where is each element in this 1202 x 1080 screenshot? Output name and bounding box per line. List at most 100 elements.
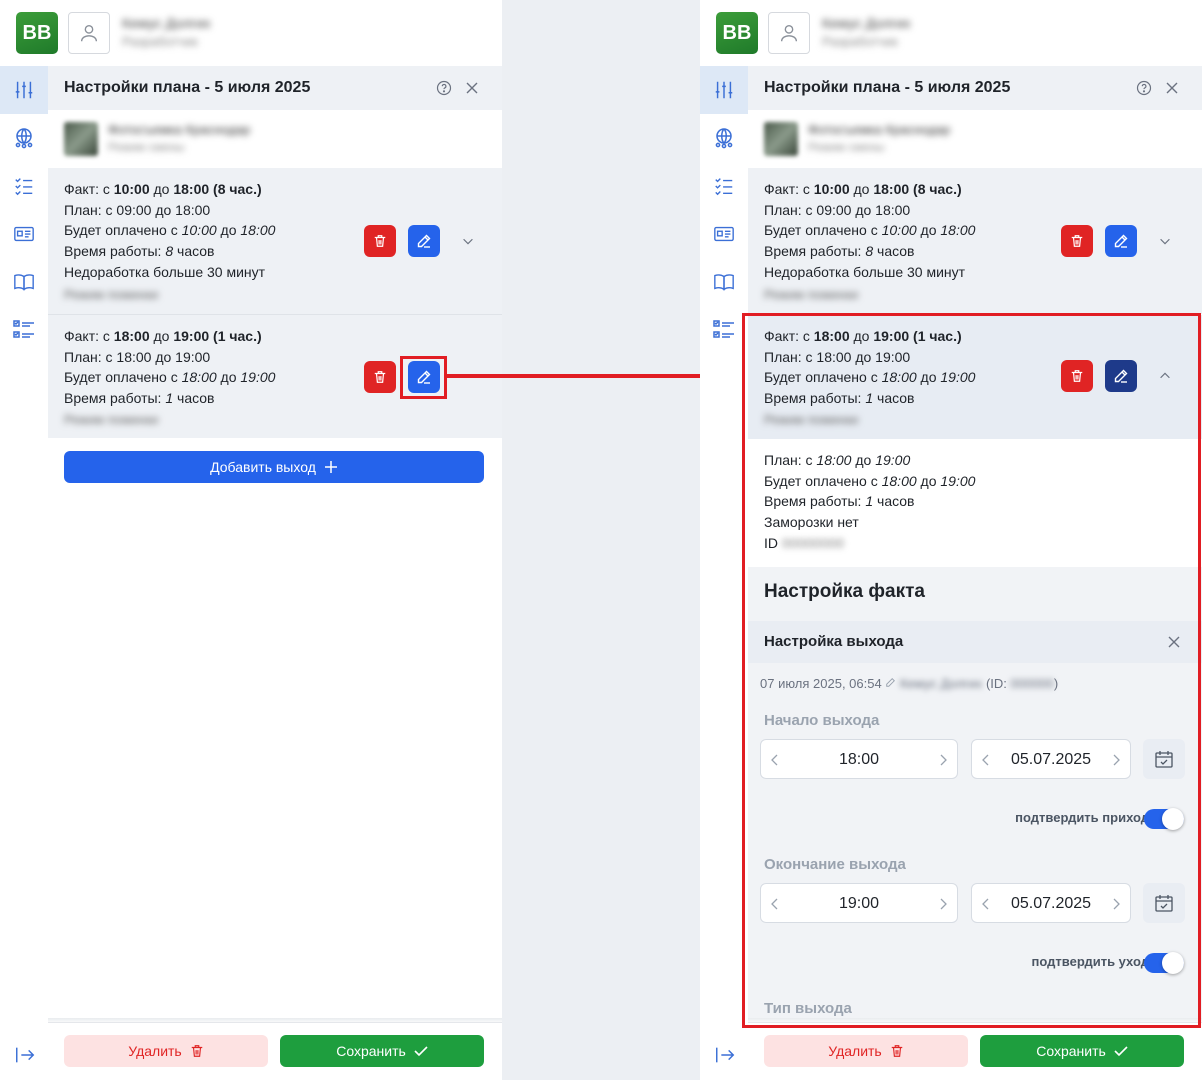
sidebar-item-checklist[interactable] [0,162,48,210]
exit-type-label: Тип выхода [764,1000,852,1017]
end-time-stepper[interactable]: 19:00 [760,883,958,923]
delete-shift-button[interactable] [1061,225,1093,257]
trash-icon [374,235,386,247]
id-card-icon [14,226,34,242]
start-date-stepper[interactable]: 05.07.2025 [971,739,1131,779]
exit-meta: 07 июля 2025, 06:54 Кемус Долгих (ID: 00… [760,676,1059,691]
user-avatar[interactable] [68,12,110,54]
sidebar-item-network[interactable] [0,114,48,162]
pencil-icon [417,234,431,248]
save-button[interactable]: Сохранить [980,1035,1184,1067]
save-button[interactable]: Сохранить [280,1035,484,1067]
id-card-icon [714,226,734,242]
logout-button[interactable] [12,1042,38,1068]
chevron-right-icon[interactable] [1110,897,1122,911]
chevron-right-icon[interactable] [937,753,949,767]
close-icon[interactable] [1164,80,1180,96]
plan-line: План: с 18:00 до 19:00 [64,348,211,365]
help-icon[interactable] [436,80,452,96]
edit-shift-button[interactable] [1105,360,1137,392]
confirm-out-toggle[interactable] [1144,952,1184,974]
warning-line: Недоработка больше 30 минут [764,264,966,280]
pencil-icon [1114,234,1128,248]
checklist-icon [715,178,733,196]
trash-icon [1071,370,1083,382]
plan-line: План: с 09:00 до 18:00 [764,201,911,218]
paid-line: Будет оплачено с 18:00 до 19:00 [764,369,976,385]
exit-setup-header: Настройка выхода [748,621,1202,663]
logout-button[interactable] [712,1042,738,1068]
sidebar [700,66,748,1080]
add-exit-label: Добавить выход [210,459,316,475]
start-time-stepper[interactable]: 18:00 [760,739,958,779]
sidebar-item-settings[interactable] [0,66,48,114]
sidebar-item-settings[interactable] [700,66,748,114]
expand-shift-toggle[interactable] [460,233,476,249]
paid-line: Будет оплачено с 18:00 до 19:00 [64,369,276,385]
logout-icon [16,1047,35,1063]
details-plan-line: План: с 18:00 до 19:00 [764,452,911,468]
plan-header: Настройки плана - 5 июля 2025 [748,66,1202,110]
help-icon[interactable] [1136,80,1152,96]
sidebar-item-tasks[interactable] [0,306,48,354]
meta-id: 000000 [1010,676,1054,691]
top-bar: BB Кемус Долгих Разработчик [0,0,502,66]
sidebar-item-book[interactable] [700,258,748,306]
chevron-right-icon[interactable] [1110,753,1122,767]
trash-icon [191,1045,202,1057]
sidebar-item-checklist[interactable] [700,162,748,210]
chevron-right-icon[interactable] [937,897,949,911]
sidebar-item-card[interactable] [0,210,48,258]
app-logo[interactable]: BB [716,12,758,54]
sidebar-item-book[interactable] [0,258,48,306]
globe-people-icon [715,128,733,149]
sidebar [0,66,48,1080]
fact-line: Факт: с 18:00 до 19:00 (1 час.) [764,328,962,344]
close-icon[interactable] [464,80,480,96]
shift-card-2: Факт: с 18:00 до 19:00 (1 час.) План: с … [748,315,1202,439]
user-name: Кемус Долгих [122,15,211,31]
user-role: Разработчик [822,34,898,49]
meta-date: 07 июля 2025, 06:54 [760,676,882,691]
confirm-out-label: подтвердить уход [1031,954,1149,969]
end-calendar-button[interactable] [1143,883,1185,923]
employee-row: Фотосъемка Краснодар Режим смены [748,110,1202,168]
annotation-arrow [445,367,739,385]
freeze-line: Заморозки нет [764,513,859,530]
close-icon[interactable] [1166,634,1182,650]
start-calendar-button[interactable] [1143,739,1185,779]
delete-plan-button[interactable]: Удалить [64,1035,268,1067]
save-label: Сохранить [336,1043,406,1059]
plan-header: Настройки плана - 5 июля 2025 [48,66,502,110]
chevron-down-icon [1160,238,1170,245]
user-avatar[interactable] [768,12,810,54]
sidebar-item-card[interactable] [700,210,748,258]
app-logo[interactable]: BB [16,12,58,54]
edit-shift-button[interactable] [408,225,440,257]
end-date-stepper[interactable]: 05.07.2025 [971,883,1131,923]
work-time-line: Время работы: 1 часов [64,389,215,406]
delete-shift-button[interactable] [1061,360,1093,392]
start-date-value: 05.07.2025 [1010,751,1092,768]
delete-shift-button[interactable] [364,361,396,393]
trash-icon [1071,235,1083,247]
add-exit-button[interactable]: Добавить выход [64,451,484,483]
employee-name: Фотосъемка Краснодар [808,122,951,137]
sliders-icon [715,81,733,99]
delete-plan-button[interactable]: Удалить [764,1035,968,1067]
paid-line: Будет оплачено с 10:00 до 18:00 [64,222,276,238]
delete-label: Удалить [128,1043,182,1059]
sidebar-item-tasks[interactable] [700,306,748,354]
fact-setup-section: Настройка факта Настройка выхода 07 июля… [748,567,1202,1027]
top-bar: BB Кемус Долгих Разработчик [700,0,1202,66]
expand-shift-toggle[interactable] [1157,233,1173,249]
confirm-in-toggle[interactable] [1144,808,1184,830]
edit-shift-button[interactable] [1105,225,1137,257]
shift-card-1: Факт: с 10:00 до 18:00 (8 час.) План: с … [748,168,1202,314]
sidebar-item-network[interactable] [700,114,748,162]
warning-line: Недоработка больше 30 минут [64,264,266,280]
employee-row: Фотосъемка Краснодар Режим смены [48,110,502,168]
collapse-shift-toggle[interactable] [1157,368,1173,384]
delete-shift-button[interactable] [364,225,396,257]
user-icon [780,24,798,42]
